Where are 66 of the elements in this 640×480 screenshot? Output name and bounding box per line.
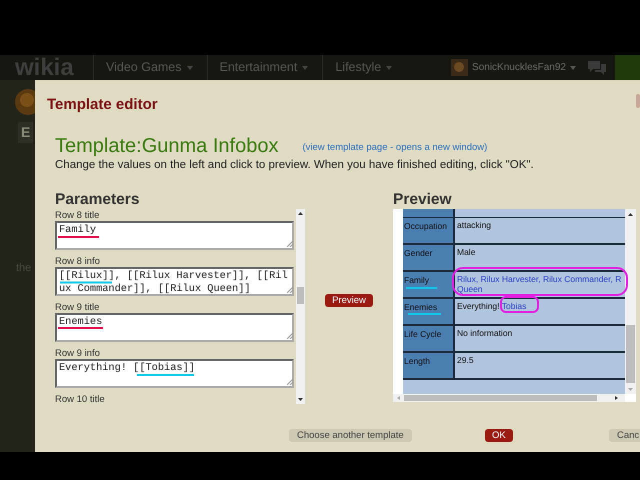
field-label: Row 9 title [55,302,100,313]
field-label: Row 10 title [55,394,106,404]
underline-mark [408,313,441,315]
caret-icon[interactable] [186,66,193,70]
scroll-right-icon[interactable] [615,396,618,400]
table-cell: Gender [404,248,432,258]
template-link[interactable]: (view template page - opens a new window) [302,140,488,155]
caret-icon[interactable] [302,66,308,70]
username-menu[interactable]: SonicKnucklesFan92 [472,60,566,75]
template-title: Template:Gunma Infobox [55,134,278,158]
table-cell: Length [404,356,430,366]
resize-grip-icon[interactable] [287,333,293,339]
dialog-title: Template editor [47,96,158,114]
underline-mark [58,327,103,329]
scrollbar[interactable] [625,209,636,394]
link[interactable]: Queen [457,284,483,294]
underline-mark [60,282,112,284]
field-label: Row 9 info [55,348,101,359]
scroll-down-icon[interactable] [298,398,303,401]
scroll-left-icon[interactable] [397,396,400,400]
dialog-button[interactable]: Canc [609,429,640,442]
table-cell: Everything! [457,301,500,311]
text-area[interactable]: Everything! [[Tobias]] [55,359,294,388]
text-area[interactable]: [[Rilux]], [[Rilux Harvester]], [[Rilux Commander]], [[Rilux Queen]] [55,267,294,296]
page-text: E [18,122,34,143]
preview-heading: Preview [393,190,453,209]
text-area[interactable]: Family [55,221,294,250]
text-area[interactable]: Enemies [55,313,294,342]
dialog-button[interactable]: Choose another template [289,429,412,442]
table-cell: Enemies [404,302,438,312]
caret-icon[interactable] [570,66,576,70]
underline-mark [137,374,194,376]
link[interactable]: Rilux, Rilux Harvester, Rilux Commander, R [457,274,622,284]
resize-grip-icon[interactable] [287,287,293,293]
header-bar [615,55,640,80]
table-cell: 29.5 [457,355,474,365]
link[interactable]: Tobias [502,301,526,311]
field-label: Row 8 title [55,210,100,221]
dialog-button[interactable]: OK [485,429,513,442]
nav-menu[interactable]: Entertainment [220,58,298,77]
scroll-thumb[interactable] [404,395,597,401]
scroll-thumb[interactable] [297,287,304,304]
chat-icon[interactable] [588,60,606,74]
table-cell: Male [457,247,476,257]
underline-mark [58,236,99,238]
table-cell: Occupation [404,221,447,231]
parameters-heading: Parameters [55,190,140,209]
table-cell: No information [457,328,512,338]
scroll-up-icon[interactable] [628,213,633,216]
resize-grip-icon[interactable] [287,241,293,247]
scrollbar[interactable] [393,394,625,402]
table-cell: Family [404,275,430,285]
scroll-up-icon[interactable] [298,212,303,215]
nav-menu[interactable]: Lifestyle [335,58,382,77]
scroll-thumb[interactable] [626,325,635,383]
instructions-text: Change the values on the left and click to preview. When you have finished editing, click "OK". [55,158,535,173]
resize-grip-icon[interactable] [287,379,293,385]
avatar-icon[interactable] [451,59,468,76]
scrollbar[interactable] [296,209,305,404]
field-label: Row 8 info [55,256,101,267]
caret-icon[interactable] [386,66,392,70]
table-cell: attacking [457,220,492,230]
underline-mark [406,287,437,289]
table-cell: Life Cycle [404,329,442,339]
nav-menu[interactable]: Video Games [106,58,182,77]
preview-button[interactable]: Preview [325,294,373,306]
